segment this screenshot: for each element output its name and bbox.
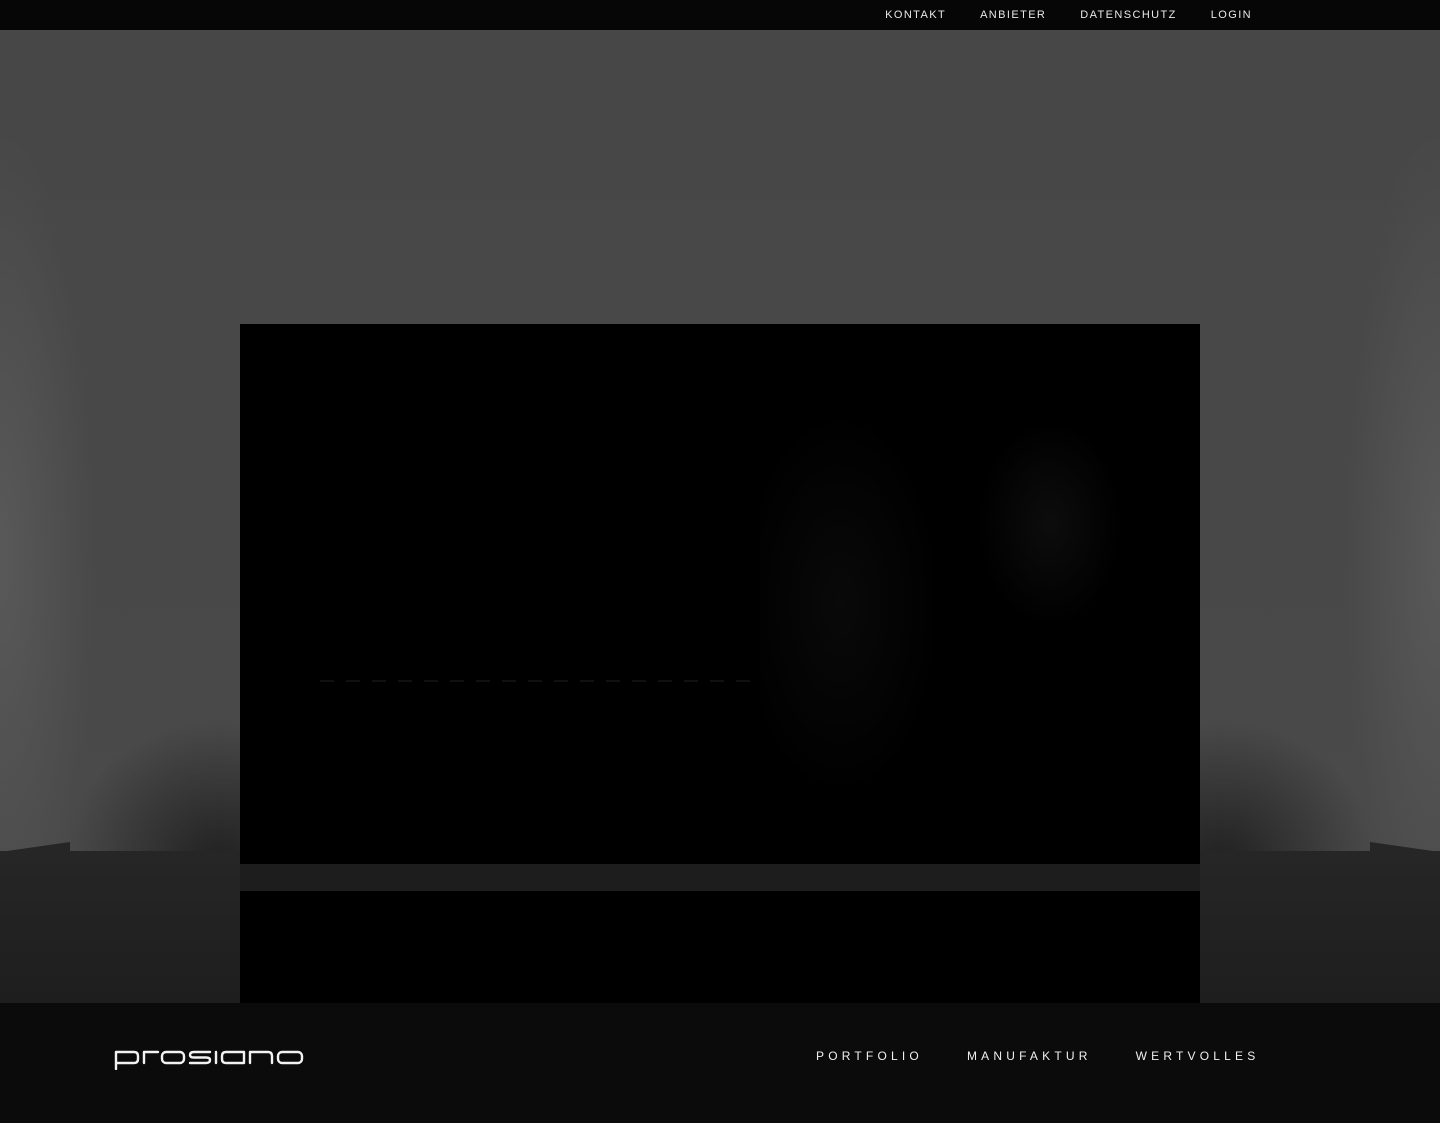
footer-link-portfolio[interactable]: PORTFOLIO bbox=[816, 1049, 923, 1063]
nav-link-login[interactable]: LOGIN bbox=[1211, 9, 1252, 21]
nav-link-anbieter[interactable]: ANBIETER bbox=[980, 9, 1046, 21]
wall-shadow-left bbox=[0, 590, 260, 860]
wall-shadow-right bbox=[1180, 590, 1440, 860]
screen-reflection bbox=[240, 891, 1200, 1003]
screen-figure bbox=[760, 344, 1140, 844]
floor-edge-left bbox=[0, 842, 70, 852]
top-nav: KONTAKT ANBIETER DATENSCHUTZ LOGIN bbox=[885, 0, 1252, 30]
footer-nav: PORTFOLIO MANUFAKTUR WERTVOLLES bbox=[816, 1049, 1259, 1063]
prosigno-logo[interactable] bbox=[102, 1038, 318, 1078]
nav-link-kontakt[interactable]: KONTAKT bbox=[885, 9, 946, 21]
top-bar: KONTAKT ANBIETER DATENSCHUTZ LOGIN bbox=[0, 0, 1440, 30]
page: KONTAKT ANBIETER DATENSCHUTZ LOGIN PORTF… bbox=[0, 0, 1440, 1123]
video-screen[interactable] bbox=[240, 324, 1200, 864]
screen-caption-line bbox=[320, 680, 750, 682]
floor-edge-right bbox=[1370, 842, 1440, 852]
screen-reflection-gap bbox=[240, 864, 1200, 891]
prosigno-logo-icon bbox=[114, 1050, 304, 1070]
hero-stage bbox=[0, 30, 1440, 1003]
nav-link-datenschutz[interactable]: DATENSCHUTZ bbox=[1080, 9, 1176, 21]
footer-link-manufaktur[interactable]: MANUFAKTUR bbox=[967, 1049, 1092, 1063]
footer-link-wertvolles[interactable]: WERTVOLLES bbox=[1136, 1049, 1260, 1063]
